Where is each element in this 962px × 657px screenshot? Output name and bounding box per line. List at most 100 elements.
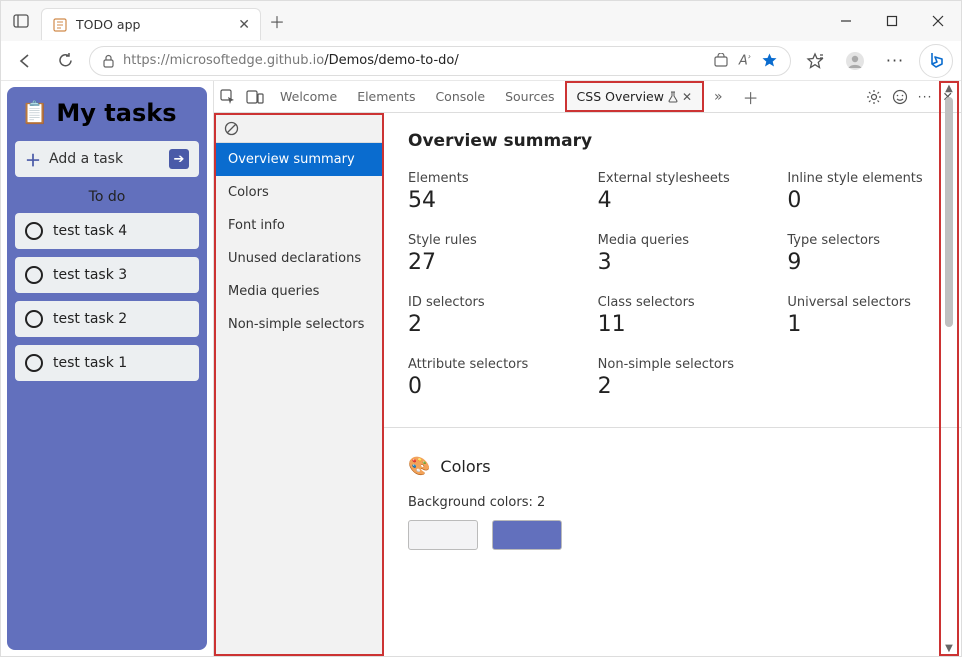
address-bar[interactable]: https://microsoftedge.github.io/Demos/de… [89,46,791,76]
stat-value: 27 [408,250,558,275]
gear-icon[interactable] [866,89,882,105]
nav-unused-declarations[interactable]: Unused declarations [216,242,382,275]
stat-value: 4 [598,188,748,213]
task-item[interactable]: test task 3 [15,257,199,293]
page-favicon [52,17,68,33]
submit-arrow-icon[interactable]: ➔ [169,149,189,169]
stat-label: Type selectors [787,233,937,248]
add-task-input[interactable]: ＋ Add a task ➔ [15,141,199,177]
scroll-up-icon[interactable]: ▲ [941,83,957,94]
stat-label: Universal selectors [787,295,937,310]
stat-label: Elements [408,171,558,186]
task-item[interactable]: test task 1 [15,345,199,381]
bg-colors-label: Background colors: 2 [408,495,937,510]
stat-label: Media queries [598,233,748,248]
stat-item: Non-simple selectors 2 [598,357,748,399]
radio-icon[interactable] [25,266,43,284]
favorite-star-icon[interactable] [761,52,778,69]
window-close-icon[interactable] [915,1,961,41]
tab-sources[interactable]: Sources [495,81,564,112]
back-button[interactable] [9,45,41,77]
device-icon[interactable] [246,90,264,104]
stat-value: 0 [787,188,937,213]
window-minimize-icon[interactable] [823,1,869,41]
stat-value: 1 [787,312,937,337]
stat-item: ID selectors2 [408,295,558,337]
section-divider [384,427,961,428]
stat-item: Elements 54 [408,171,558,213]
favorites-icon[interactable] [799,45,831,77]
tab-css-overview[interactable]: CSS Overview ✕ [565,81,704,112]
more-tabs-button[interactable]: » [704,81,733,112]
new-tab-button[interactable]: ＋ [261,5,293,37]
task-label: test task 3 [53,267,127,283]
css-overview-nav: Overview summary Colors Font info Unused… [214,113,384,656]
radio-icon[interactable] [25,222,43,240]
palette-icon: 🎨 [408,456,430,477]
stat-item: External stylesheets4 [598,171,748,213]
tab-close-icon[interactable]: ✕ [238,17,250,33]
scroll-down-icon[interactable]: ▼ [941,643,957,654]
plus-icon: ＋ [25,147,41,171]
overview-heading: Overview summary [408,131,937,151]
stat-value: 9 [787,250,937,275]
url-host: https://microsoftedge.github.io/Demos/de… [123,53,459,68]
task-label: test task 1 [53,355,127,371]
inspect-icon[interactable] [220,89,236,105]
window-titlebar: TODO app ✕ ＋ [1,1,961,41]
stat-label: Attribute selectors [408,357,558,372]
stat-value: 2 [598,374,748,399]
devtools-tabstrip: Welcome Elements Console Sources CSS Ove… [214,81,961,113]
stat-label: ID selectors [408,295,558,310]
window-maximize-icon[interactable] [869,1,915,41]
stat-item: Inline style elements0 [787,171,937,213]
radio-icon[interactable] [25,354,43,372]
reload-button[interactable] [49,45,81,77]
more-icon[interactable]: ··· [918,89,933,104]
feedback-icon[interactable] [892,89,908,105]
stat-label: Non-simple selectors [598,357,748,372]
stat-label: Class selectors [598,295,748,310]
nav-colors[interactable]: Colors [216,176,382,209]
task-label: test task 2 [53,311,127,327]
bing-chat-icon[interactable] [919,44,953,78]
color-swatch[interactable] [492,520,562,550]
nav-media-queries[interactable]: Media queries [216,275,382,308]
devtools-panel: Welcome Elements Console Sources CSS Ove… [213,81,961,656]
stat-item: Universal selectors 1 [787,295,937,337]
stat-item: Class selectors 11 [598,295,748,337]
browser-toolbar: https://microsoftedge.github.io/Demos/de… [1,41,961,81]
clipboard-icon: 📋 [21,101,48,126]
stat-value: 11 [598,312,748,337]
browser-tab[interactable]: TODO app ✕ [41,8,261,40]
radio-icon[interactable] [25,310,43,328]
tab-title: TODO app [76,17,230,32]
task-item[interactable]: test task 4 [15,213,199,249]
scrollbar-thumb[interactable] [945,97,953,327]
new-tab-button[interactable]: ＋ [733,81,769,112]
clear-overview-icon[interactable] [216,115,382,143]
color-swatch[interactable] [408,520,478,550]
flask-icon [668,91,678,103]
app-title: My tasks [56,99,176,127]
lock-icon [102,54,115,68]
tab-close-icon[interactable]: ✕ [682,90,692,104]
add-task-label: Add a task [49,151,123,167]
todo-app: 📋 My tasks ＋ Add a task ➔ To do test tas… [7,87,207,650]
menu-icon[interactable]: ··· [879,45,911,77]
tab-welcome[interactable]: Welcome [270,81,347,112]
read-aloud-icon[interactable]: A› [739,52,751,68]
tab-console[interactable]: Console [425,81,495,112]
nav-font-info[interactable]: Font info [216,209,382,242]
shopping-icon[interactable] [713,53,729,68]
nav-non-simple-selectors[interactable]: Non-simple selectors [216,308,382,341]
nav-overview-summary[interactable]: Overview summary [216,143,382,176]
tab-elements[interactable]: Elements [347,81,425,112]
stat-value: 54 [408,188,558,213]
scrollbar-highlight: ▲ ▼ [939,81,959,656]
css-overview-content: Overview summary Elements 54 External styl… [384,113,961,656]
profile-icon[interactable] [839,45,871,77]
todo-heading: To do [15,189,199,205]
tab-actions-icon[interactable] [1,1,41,41]
task-item[interactable]: test task 2 [15,301,199,337]
